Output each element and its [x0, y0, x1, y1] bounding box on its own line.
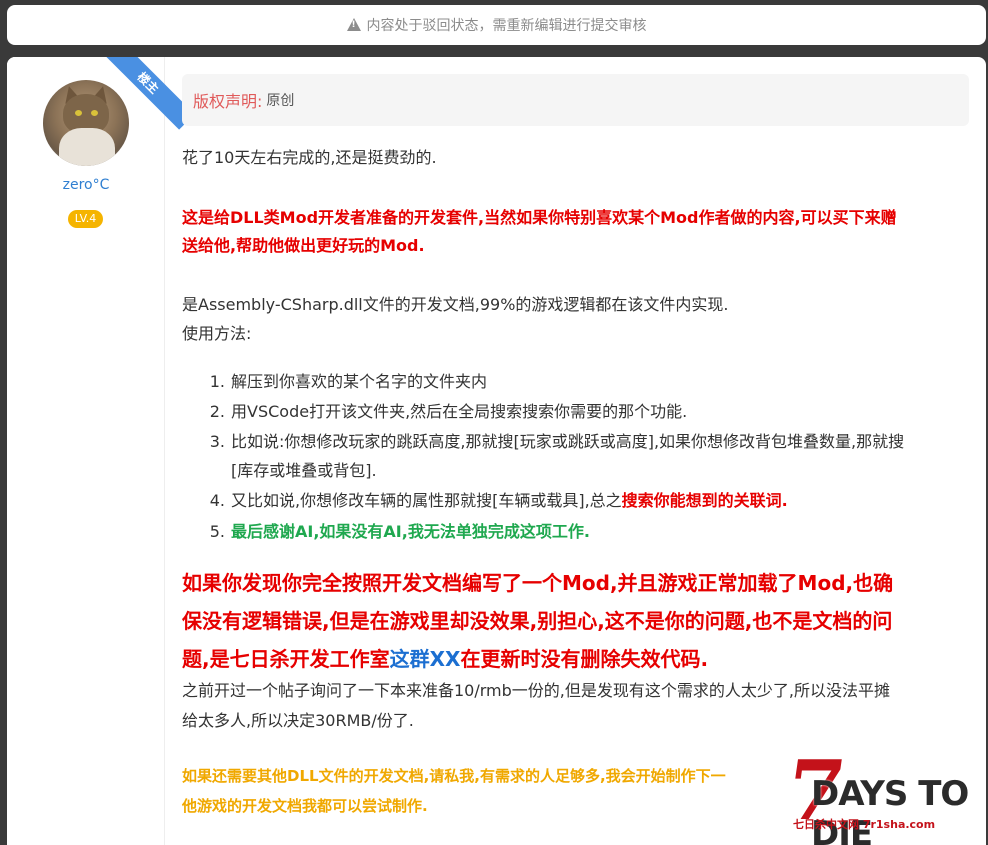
- avatar[interactable]: [43, 80, 129, 166]
- post-card: 楼主 zero°C LV.4 版权声明: 原创 花了10天左右完成的,还是挺费劲…: [7, 57, 986, 845]
- watermark-subtitle: 七日杀中文网 7r1sha.com: [793, 818, 936, 831]
- list-item: 2. 用VSCode打开该文件夹,然后在全局搜索搜索你需要的那个功能.: [209, 402, 688, 421]
- paragraph-orange-1: 如果还需要其他DLL文件的开发文档,请私我,有需求的人足够多,我会开始制作下一: [182, 767, 726, 785]
- level-badge: LV.4: [68, 210, 103, 228]
- paragraph-usage-heading: 使用方法:: [182, 324, 252, 343]
- paragraph-orange-2: 他游戏的开发文档我都可以尝试制作.: [182, 797, 428, 815]
- paragraph-red-1a: 这是给DLL类Mod开发者准备的开发套件,当然如果你特别喜欢某个Mod作者做的内…: [182, 208, 897, 227]
- paragraph-intro: 花了10天左右完成的,还是挺费劲的.: [182, 148, 437, 167]
- list-item: 1. 解压到你喜欢的某个名字的文件夹内: [209, 372, 488, 391]
- copyright-label: 版权声明:: [193, 92, 263, 111]
- game-watermark-logo: 7 DAYS TO DIE 七日杀中文网 7r1sha.com: [780, 743, 988, 845]
- paragraph-red-1b: 送给他,帮助他做出更好玩的Mod.: [182, 236, 425, 255]
- copyright-box: 版权声明: 原创: [182, 74, 969, 126]
- copyright-value: 原创: [266, 93, 295, 109]
- author-name[interactable]: zero°C: [7, 177, 165, 193]
- rejection-notice-bar: 内容处于驳回状态，需重新编辑进行提交审核: [7, 5, 986, 45]
- notice-text: 内容处于驳回状态，需重新编辑进行提交审核: [366, 18, 647, 34]
- author-panel: 楼主 zero°C LV.4: [7, 57, 195, 845]
- list-item: 3. 比如说:你想修改玩家的跳跃高度,那就搜[玩家或跳跃或高度],如果你想修改背包…: [209, 432, 905, 451]
- paragraph-price-1: 之前开过一个帖子询问了一下本来准备10/rmb一份的,但是发现有这个需求的人太少…: [182, 681, 890, 700]
- paragraph-price-2: 给太多人,所以决定30RMB/份了.: [182, 711, 414, 730]
- paragraph-warning-3: 题,是七日杀开发工作室这群XX在更新时没有删除失效代码.: [182, 647, 709, 671]
- list-item: 5. 最后感谢AI,如果没有AI,我无法单独完成这项工作.: [209, 522, 590, 541]
- paragraph-description: 是Assembly-CSharp.dll文件的开发文档,99%的游戏逻辑都在该文…: [182, 295, 729, 314]
- list-item-continuation: [库存或堆叠或背包].: [231, 461, 377, 480]
- paragraph-warning-2: 保没有逻辑错误,但是在游戏里却没效果,别担心,这不是你的问题,也不是文档的问: [182, 609, 893, 633]
- watermark-title: DAYS TO DIE: [811, 774, 969, 845]
- warning-icon: [346, 17, 361, 31]
- list-item: 4. 又比如说,你想修改车辆的属性那就搜[车辆或载具],总之搜索你能想到的关联词.: [209, 491, 788, 510]
- paragraph-warning-1: 如果你发现你完全按照开发文档编写了一个Mod,并且游戏正常加载了Mod,也确: [182, 571, 894, 595]
